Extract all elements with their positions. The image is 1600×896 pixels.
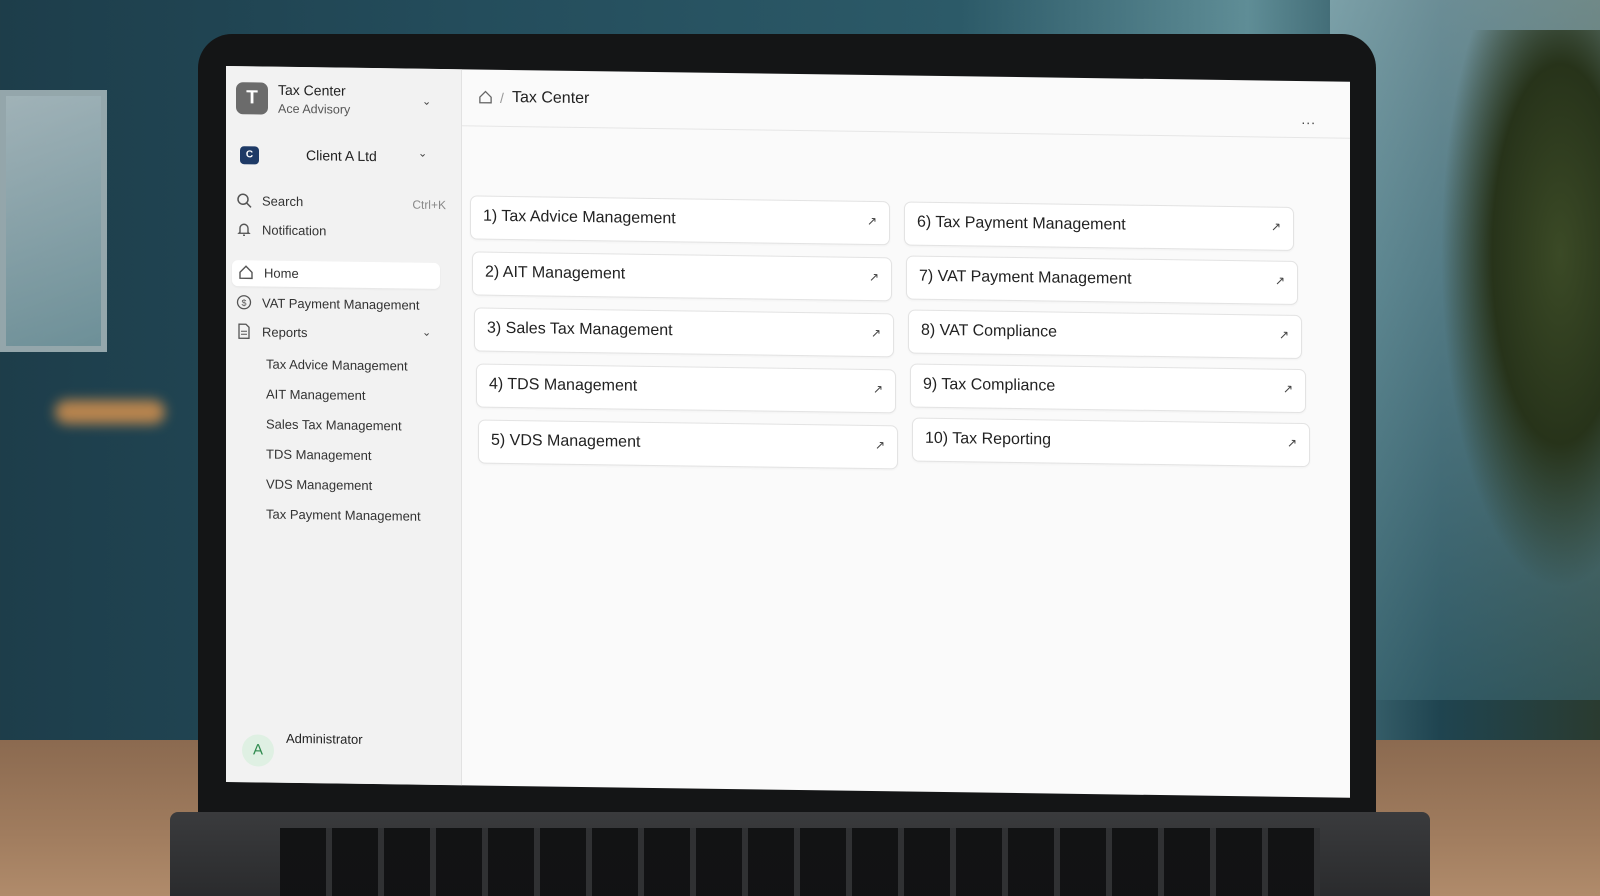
- reports-item-tax-payment-management[interactable]: Tax Payment Management: [266, 507, 421, 524]
- module-card-label: 5) VDS Management: [491, 431, 641, 451]
- avatar: A: [242, 734, 274, 767]
- module-card[interactable]: 7) VAT Payment Management ↗: [906, 255, 1298, 305]
- module-card-label: 6) Tax Payment Management: [917, 213, 1126, 234]
- module-card-label: 3) Sales Tax Management: [487, 319, 673, 340]
- org-avatar: T: [236, 82, 268, 115]
- reports-item-ait-management[interactable]: AIT Management: [266, 387, 365, 403]
- module-card-label: 4) TDS Management: [489, 375, 638, 395]
- sidebar-item-vat-payment-management[interactable]: $ VAT Payment Management: [236, 290, 446, 319]
- module-card-label: 10) Tax Reporting: [925, 429, 1051, 449]
- module-card-label: 2) AIT Management: [485, 263, 626, 283]
- module-card-label: 7) VAT Payment Management: [919, 267, 1132, 288]
- dollar-circle-icon: $: [236, 295, 252, 310]
- laptop-keyboard: [280, 828, 1320, 896]
- arrow-up-right-icon: ↗: [1286, 435, 1297, 450]
- module-card[interactable]: 4) TDS Management ↗: [476, 363, 896, 414]
- notification-button[interactable]: Notification: [236, 217, 446, 246]
- reports-item-vds-management[interactable]: VDS Management: [266, 477, 372, 493]
- module-card[interactable]: 9) Tax Compliance ↗: [910, 363, 1306, 414]
- module-card[interactable]: 1) Tax Advice Management ↗: [470, 195, 890, 246]
- client-name: Client A Ltd: [306, 147, 377, 165]
- arrow-up-right-icon: ↗: [1274, 273, 1285, 288]
- arrow-up-right-icon: ↗: [874, 438, 885, 453]
- org-switcher[interactable]: T Tax Center Ace Advisory ⌄: [236, 78, 436, 125]
- module-card[interactable]: 8) VAT Compliance ↗: [908, 309, 1302, 360]
- org-subtitle: Ace Advisory: [278, 101, 351, 117]
- search-label: Search: [262, 193, 304, 210]
- chevron-down-icon: ⌄: [418, 147, 428, 160]
- client-switcher[interactable]: C Client A Ltd ⌄: [240, 144, 440, 173]
- arrow-up-right-icon: ↗: [1278, 327, 1289, 342]
- sidebar-item-reports[interactable]: Reports ⌄: [236, 319, 446, 348]
- app-screen: T Tax Center Ace Advisory ⌄ C Client A L…: [226, 66, 1350, 798]
- background-lamp: [55, 400, 165, 424]
- breadcrumb-separator: /: [500, 89, 504, 106]
- arrow-up-right-icon: ↗: [1270, 219, 1281, 234]
- sidebar-item-label: Reports: [262, 324, 308, 341]
- more-options-button[interactable]: ...: [1301, 111, 1316, 127]
- search-button[interactable]: Search Ctrl+K: [236, 188, 446, 217]
- sidebar-item-label: Home: [264, 265, 299, 282]
- sidebar: T Tax Center Ace Advisory ⌄ C Client A L…: [226, 66, 462, 786]
- arrow-up-right-icon: ↗: [872, 382, 883, 397]
- search-icon: [237, 193, 252, 208]
- client-badge: C: [240, 146, 259, 165]
- background-picture-frame: [0, 90, 107, 352]
- arrow-up-right-icon: ↗: [870, 326, 881, 341]
- svg-text:$: $: [241, 298, 246, 308]
- module-card[interactable]: 5) VDS Management ↗: [478, 419, 898, 470]
- module-card-label: 1) Tax Advice Management: [483, 207, 676, 228]
- home-icon: [239, 265, 253, 280]
- module-card[interactable]: 2) AIT Management ↗: [472, 251, 892, 302]
- user-name: Administrator: [286, 730, 363, 747]
- sidebar-item-home[interactable]: Home: [232, 260, 440, 289]
- sidebar-item-label: VAT Payment Management: [262, 295, 420, 313]
- arrow-up-right-icon: ↗: [1282, 381, 1293, 396]
- chevron-down-icon[interactable]: ⌄: [422, 326, 431, 339]
- breadcrumb-current: Tax Center: [512, 88, 590, 108]
- search-shortcut: Ctrl+K: [412, 197, 446, 213]
- arrow-up-right-icon: ↗: [868, 269, 879, 285]
- arrow-up-right-icon: ↗: [866, 213, 877, 229]
- org-name: Tax Center: [278, 81, 346, 99]
- top-bar: / Tax Center ...: [462, 69, 1350, 139]
- module-card[interactable]: 3) Sales Tax Management ↗: [474, 307, 894, 358]
- reports-item-sales-tax-management[interactable]: Sales Tax Management: [266, 417, 402, 434]
- user-menu[interactable]: A Administrator: [242, 730, 442, 773]
- module-card-label: 9) Tax Compliance: [923, 375, 1056, 395]
- reports-item-tds-management[interactable]: TDS Management: [266, 447, 372, 463]
- document-icon: [238, 323, 250, 339]
- reports-item-tax-advice-management[interactable]: Tax Advice Management: [266, 357, 408, 374]
- module-card[interactable]: 10) Tax Reporting ↗: [912, 417, 1310, 468]
- module-card-label: 8) VAT Compliance: [921, 321, 1058, 341]
- bell-icon: [237, 223, 251, 236]
- notification-label: Notification: [262, 222, 327, 239]
- background-plant: [1440, 30, 1600, 590]
- module-card[interactable]: 6) Tax Payment Management ↗: [904, 201, 1294, 251]
- home-icon[interactable]: [478, 90, 493, 105]
- chevron-down-icon: ⌄: [422, 95, 432, 108]
